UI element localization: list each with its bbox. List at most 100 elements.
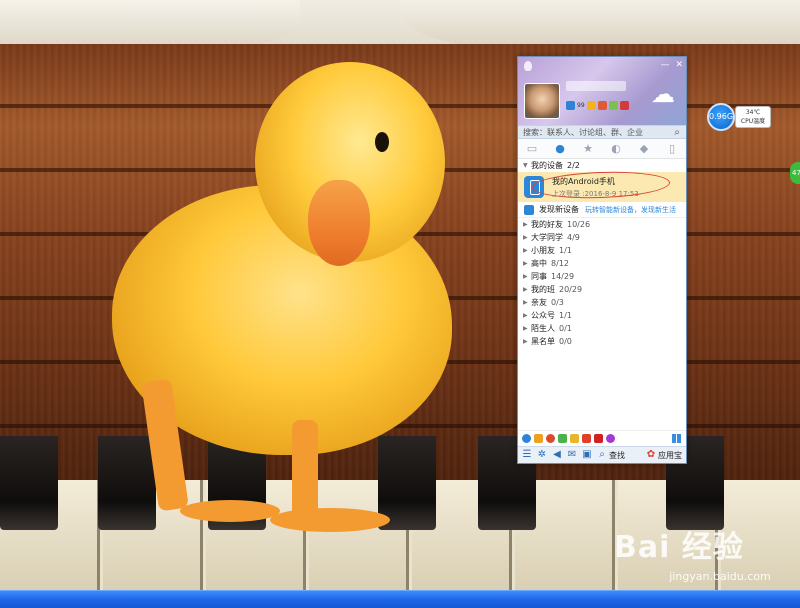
search-icon[interactable]: ⌕ bbox=[674, 127, 680, 138]
group-label: 同事 bbox=[531, 272, 547, 281]
mail-icon[interactable]: ✉ bbox=[567, 450, 577, 460]
group-row[interactable]: ▶ 陌生人 0/1 bbox=[518, 322, 686, 335]
avatar[interactable] bbox=[524, 83, 560, 119]
group-count: 1/1 bbox=[559, 246, 572, 255]
device-row-android[interactable]: 我的Android手机 上次登录 :2016-8-9 17:53 bbox=[518, 169, 686, 202]
group-row[interactable]: ▶ 我的班 20/29 bbox=[518, 283, 686, 296]
group-row[interactable]: ▶ 公众号 1/1 bbox=[518, 309, 686, 322]
contacts-tab-icon[interactable]: ● bbox=[551, 141, 569, 157]
performance-widget[interactable]: 0.96G 34℃ CPU温度 bbox=[707, 103, 771, 131]
group-label: 我的班 bbox=[531, 285, 555, 294]
expand-arrow-icon: ▼ bbox=[523, 162, 528, 169]
group-label: 公众号 bbox=[531, 311, 555, 320]
group-label: 高中 bbox=[531, 259, 547, 268]
taskbar[interactable] bbox=[0, 590, 800, 608]
group-row[interactable]: ▶ 黑名单 0/0 bbox=[518, 335, 686, 348]
group-count: 10/26 bbox=[567, 220, 591, 229]
qq-header: — ✕ 99 ☁ bbox=[518, 57, 686, 125]
find-label: 查找 bbox=[609, 450, 625, 460]
qzone-icon[interactable] bbox=[586, 101, 596, 110]
app-shortcut-icon[interactable] bbox=[594, 434, 603, 443]
group-count: 20/29 bbox=[559, 285, 583, 294]
cpu-temp-panel: 34℃ CPU温度 bbox=[735, 106, 771, 128]
collapse-arrow-icon: ▶ bbox=[523, 338, 528, 345]
cpu-temp-value: 34℃ bbox=[745, 109, 761, 116]
shirt-icon[interactable] bbox=[619, 101, 629, 110]
collapse-arrow-icon: ▶ bbox=[523, 299, 528, 306]
volume-icon[interactable]: ◀ bbox=[552, 450, 562, 460]
group-my-devices[interactable]: ▼ 我的设备 2/2 bbox=[518, 159, 686, 172]
phone-tab-icon[interactable]: ▯ bbox=[663, 141, 681, 157]
group-row[interactable]: ▶ 小朋友 1/1 bbox=[518, 244, 686, 257]
discover-icon bbox=[524, 204, 534, 215]
app-icon[interactable] bbox=[608, 101, 618, 110]
baidu-jingyan-logo: Bai 经验 bbox=[614, 530, 744, 565]
collapse-arrow-icon: ▶ bbox=[523, 234, 528, 241]
find-button[interactable]: ⌕ 查找 bbox=[597, 450, 625, 461]
app-shortcut-icon[interactable] bbox=[534, 434, 543, 443]
group-row[interactable]: ▶ 高中 8/12 bbox=[518, 257, 686, 270]
collapse-arrow-icon: ▶ bbox=[523, 260, 528, 267]
collapse-arrow-icon: ▶ bbox=[523, 325, 528, 332]
group-label: 我的好友 bbox=[531, 220, 563, 229]
group-row[interactable]: ▶ 同事 14/29 bbox=[518, 270, 686, 283]
weather-icon[interactable]: ☁ bbox=[646, 79, 680, 109]
app-shortcut-icon[interactable] bbox=[582, 434, 591, 443]
app-shortcut-icon[interactable] bbox=[570, 434, 579, 443]
cpu-temp-label: CPU温度 bbox=[740, 118, 766, 125]
watermark-url: jingyan.baidu.com bbox=[669, 570, 771, 583]
favorites-tab-icon[interactable]: ★ bbox=[579, 141, 597, 157]
minimize-button[interactable]: — bbox=[660, 60, 669, 70]
settings-icon[interactable]: ✲ bbox=[537, 450, 547, 460]
group-count: 8/12 bbox=[551, 259, 569, 268]
bubble-tab-icon[interactable]: ◆ bbox=[635, 141, 653, 157]
collapse-arrow-icon: ▶ bbox=[523, 312, 528, 319]
group-count: 1/1 bbox=[559, 311, 572, 320]
grid-icon[interactable] bbox=[672, 434, 681, 443]
file-transfer-icon[interactable]: ▣ bbox=[582, 450, 592, 460]
app-shortcut-bar bbox=[518, 430, 686, 446]
group-row[interactable]: ▶ 我的好友 10/26 bbox=[518, 218, 686, 231]
app-store-icon: ✿ bbox=[646, 449, 656, 460]
status-icon[interactable] bbox=[566, 101, 575, 110]
contact-list: ▼ 我的设备 2/2 我的Android手机 上次登录 :2016-8-9 17… bbox=[518, 159, 686, 348]
duckling-eye bbox=[375, 132, 389, 152]
mail-icon[interactable] bbox=[597, 101, 607, 110]
group-count: 4/9 bbox=[567, 233, 580, 242]
group-count: 0/0 bbox=[559, 337, 572, 346]
annotation-oval bbox=[531, 169, 671, 201]
window-buttons: — ✕ bbox=[660, 60, 683, 70]
duckling-leg-right bbox=[292, 420, 318, 520]
groups-tab-icon[interactable]: ◐ bbox=[607, 141, 625, 157]
bottom-toolbar: ☰ ✲ ◀ ✉ ▣ ⌕ 查找 ✿ 应用宝 bbox=[518, 446, 686, 463]
chat-tab-icon[interactable]: ▭ bbox=[523, 141, 541, 157]
app-shortcut-icon[interactable] bbox=[522, 434, 531, 443]
group-label: 小朋友 bbox=[531, 246, 555, 255]
search-icon: ⌕ bbox=[599, 449, 605, 460]
discover-title: 发现新设备 bbox=[539, 205, 579, 214]
search-input[interactable]: 搜索：联系人、讨论组、群、企业 bbox=[523, 127, 643, 138]
qq-main-panel[interactable]: — ✕ 99 ☁ 搜索：联系人、讨论组、群、企业 ⌕ ▭ ● ★ ◐ ◆ ▯ ▼… bbox=[517, 56, 687, 464]
contact-search-bar[interactable]: 搜索：联系人、讨论组、群、企业 ⌕ bbox=[518, 125, 686, 139]
network-speed-badge[interactable]: 0.96G bbox=[707, 103, 735, 131]
app-shortcut-icon[interactable] bbox=[606, 434, 615, 443]
discover-link[interactable]: 玩转智能新设备，发现新生活 bbox=[585, 205, 676, 215]
collapse-arrow-icon: ▶ bbox=[523, 286, 528, 293]
group-count: 14/29 bbox=[551, 272, 575, 281]
duckling-bill bbox=[308, 180, 370, 266]
group-row[interactable]: ▶ 亲友 0/3 bbox=[518, 296, 686, 309]
status-badge: 99 bbox=[577, 102, 585, 109]
close-button[interactable]: ✕ bbox=[675, 60, 683, 70]
app-store-button[interactable]: ✿ 应用宝 bbox=[646, 450, 682, 461]
group-label: 黑名单 bbox=[531, 337, 555, 346]
group-row[interactable]: ▶ 大学同学 4/9 bbox=[518, 231, 686, 244]
collapse-arrow-icon: ▶ bbox=[523, 221, 528, 228]
group-count: 0/1 bbox=[559, 324, 572, 333]
discover-device-row[interactable]: 发现新设备 玩转智能新设备，发现新生活 bbox=[518, 202, 686, 218]
duckling-foot-right bbox=[270, 508, 390, 532]
side-float-tab[interactable]: 47 bbox=[790, 162, 800, 184]
group-count: 2/2 bbox=[567, 161, 580, 170]
app-shortcut-icon[interactable] bbox=[558, 434, 567, 443]
menu-icon[interactable]: ☰ bbox=[522, 450, 532, 460]
app-shortcut-icon[interactable] bbox=[546, 434, 555, 443]
